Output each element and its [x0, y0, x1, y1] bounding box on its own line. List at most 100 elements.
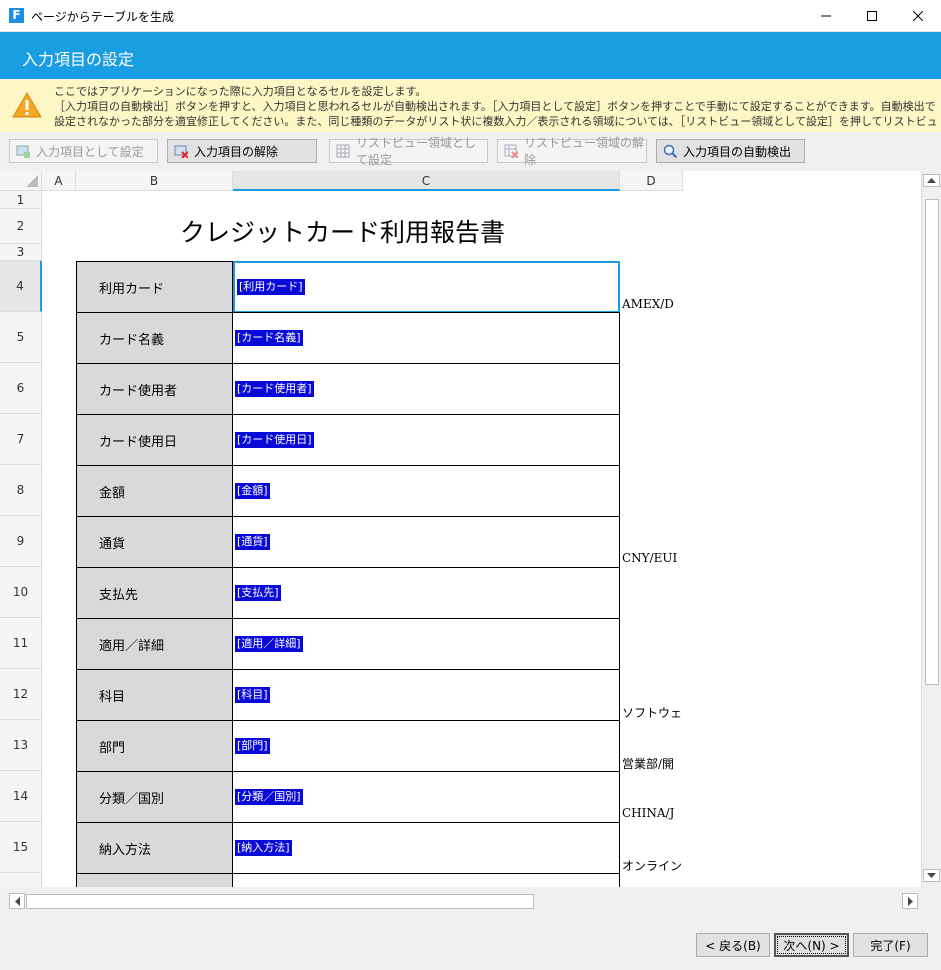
input-tag: [部門]: [235, 738, 270, 754]
minimize-button[interactable]: [803, 0, 849, 31]
column-header[interactable]: C: [233, 171, 620, 191]
value-cell[interactable]: [支払先]: [233, 567, 620, 619]
label-cell[interactable]: 通貨: [76, 516, 233, 568]
column-header[interactable]: D: [620, 171, 683, 191]
label-cell[interactable]: 支払先: [76, 567, 233, 619]
value-cell[interactable]: [233, 873, 620, 887]
row-header[interactable]: 15: [0, 822, 42, 873]
next-button[interactable]: 次へ(N) >: [774, 933, 849, 957]
label-cell[interactable]: 納入方法: [76, 822, 233, 874]
column-header[interactable]: B: [76, 171, 233, 191]
table-icon: [336, 144, 350, 158]
app-icon: F: [9, 8, 24, 23]
scroll-left-button[interactable]: [9, 893, 25, 909]
label-cell[interactable]: カード名義: [76, 312, 233, 364]
scroll-up-button[interactable]: [923, 174, 940, 187]
unset-listview-label: リストビュー領域の解除: [524, 136, 645, 167]
value-cell[interactable]: [通貨]: [233, 516, 620, 568]
label-cell[interactable]: 適用／詳細: [76, 618, 233, 670]
input-tag: [カード使用日]: [235, 432, 314, 448]
label-cell[interactable]: 科目: [76, 669, 233, 721]
row-header[interactable]: 11: [0, 618, 42, 669]
set-input-label: 入力項目として設定: [36, 144, 144, 159]
row-header[interactable]: 8: [0, 465, 42, 516]
info-text: ここではアプリケーションになった際に入力項目となるセルを設定します。 ［入力項目…: [54, 84, 936, 129]
row-header[interactable]: 4: [0, 261, 42, 312]
value-cell[interactable]: [利用カード]: [233, 261, 620, 313]
input-tag: [通貨]: [235, 534, 270, 550]
back-button[interactable]: < 戻る(B): [696, 933, 770, 957]
scroll-right-button[interactable]: [902, 893, 918, 909]
row-header[interactable]: 2: [0, 209, 42, 244]
value-cell[interactable]: [科目]: [233, 669, 620, 721]
d-cell[interactable]: CNY/EUI: [622, 551, 682, 565]
remove-cell-icon: [174, 145, 188, 158]
toolbar: 入力項目として設定 入力項目の解除 リストビュー領域として設定 リストビュー領域…: [0, 133, 941, 171]
unset-input-label: 入力項目の解除: [194, 144, 279, 159]
corner-cell[interactable]: [0, 171, 42, 191]
d-cell[interactable]: CHINA/J: [622, 806, 682, 820]
unset-input-button[interactable]: 入力項目の解除: [167, 139, 317, 163]
value-cell[interactable]: [適用／詳細]: [233, 618, 620, 670]
row-header[interactable]: 5: [0, 312, 42, 363]
spreadsheet[interactable]: A B C D 1 2 3 4 5 6 7 8 9 10 11 12 13 14…: [0, 171, 921, 887]
value-cell[interactable]: [カード使用者]: [233, 363, 620, 415]
row-header[interactable]: 13: [0, 720, 42, 771]
label-cell[interactable]: [76, 873, 233, 887]
magnifier-icon: [663, 144, 677, 158]
value-cell[interactable]: [金額]: [233, 465, 620, 517]
maximize-button[interactable]: [849, 0, 895, 31]
row-header[interactable]: 6: [0, 363, 42, 414]
unset-listview-button[interactable]: リストビュー領域の解除: [497, 136, 647, 167]
d-cell[interactable]: ソフトウェ: [622, 704, 682, 721]
label-cell[interactable]: 分類／国別: [76, 771, 233, 823]
row-header[interactable]: 10: [0, 567, 42, 618]
row-header[interactable]: 9: [0, 516, 42, 567]
column-header[interactable]: A: [42, 171, 76, 191]
d-cell[interactable]: オンライン: [622, 857, 682, 874]
arrow-down-icon: [927, 873, 936, 878]
close-button[interactable]: [895, 0, 941, 31]
row-header[interactable]: 12: [0, 669, 42, 720]
arrow-up-icon: [927, 178, 936, 183]
input-tag: [科目]: [235, 687, 270, 703]
set-listview-button[interactable]: リストビュー領域として設定: [329, 136, 488, 167]
row-header[interactable]: 3: [0, 244, 42, 261]
input-tag: [支払先]: [235, 585, 281, 601]
d-cell[interactable]: AMEX/D: [622, 297, 682, 311]
window-title: ページからテーブルを生成: [31, 10, 175, 24]
horizontal-scrollbar[interactable]: [6, 891, 921, 911]
row-header[interactable]: 14: [0, 771, 42, 822]
value-cell[interactable]: [カード使用日]: [233, 414, 620, 466]
row-header[interactable]: [0, 873, 42, 887]
vertical-scrollbar[interactable]: [921, 171, 941, 887]
horizontal-scroll-thumb[interactable]: [26, 894, 534, 909]
label-cell[interactable]: 部門: [76, 720, 233, 772]
set-listview-label: リストビュー領域として設定: [356, 136, 477, 167]
finish-button[interactable]: 完了(F): [853, 933, 928, 957]
label-cell[interactable]: カード使用日: [76, 414, 233, 466]
info-banner: ここではアプリケーションになった際に入力項目となるセルを設定します。 ［入力項目…: [0, 80, 941, 132]
set-input-button[interactable]: 入力項目として設定: [9, 139, 158, 163]
maximize-icon: [867, 10, 877, 21]
section-header: 入力項目の設定: [0, 32, 941, 79]
arrow-left-icon: [14, 896, 20, 906]
value-cell[interactable]: [納入方法]: [233, 822, 620, 874]
input-tag: [適用／詳細]: [235, 636, 303, 652]
label-cell[interactable]: 利用カード: [76, 261, 233, 313]
input-tag: [カード使用者]: [235, 381, 314, 397]
auto-detect-button[interactable]: 入力項目の自動検出: [656, 139, 805, 163]
label-cell[interactable]: 金額: [76, 465, 233, 517]
value-cell[interactable]: [カード名義]: [233, 312, 620, 364]
row-header[interactable]: 1: [0, 191, 42, 209]
d-cell[interactable]: 営業部/開: [622, 755, 682, 772]
value-cell[interactable]: [分類／国別]: [233, 771, 620, 823]
vertical-scroll-thumb[interactable]: [925, 199, 939, 685]
label-cell[interactable]: カード使用者: [76, 363, 233, 415]
input-tag: [カード名義]: [235, 330, 303, 346]
input-tag: [分類／国別]: [235, 789, 303, 805]
report-title: クレジットカード利用報告書: [180, 218, 506, 247]
scroll-down-button[interactable]: [923, 869, 940, 882]
row-header[interactable]: 7: [0, 414, 42, 465]
value-cell[interactable]: [部門]: [233, 720, 620, 772]
